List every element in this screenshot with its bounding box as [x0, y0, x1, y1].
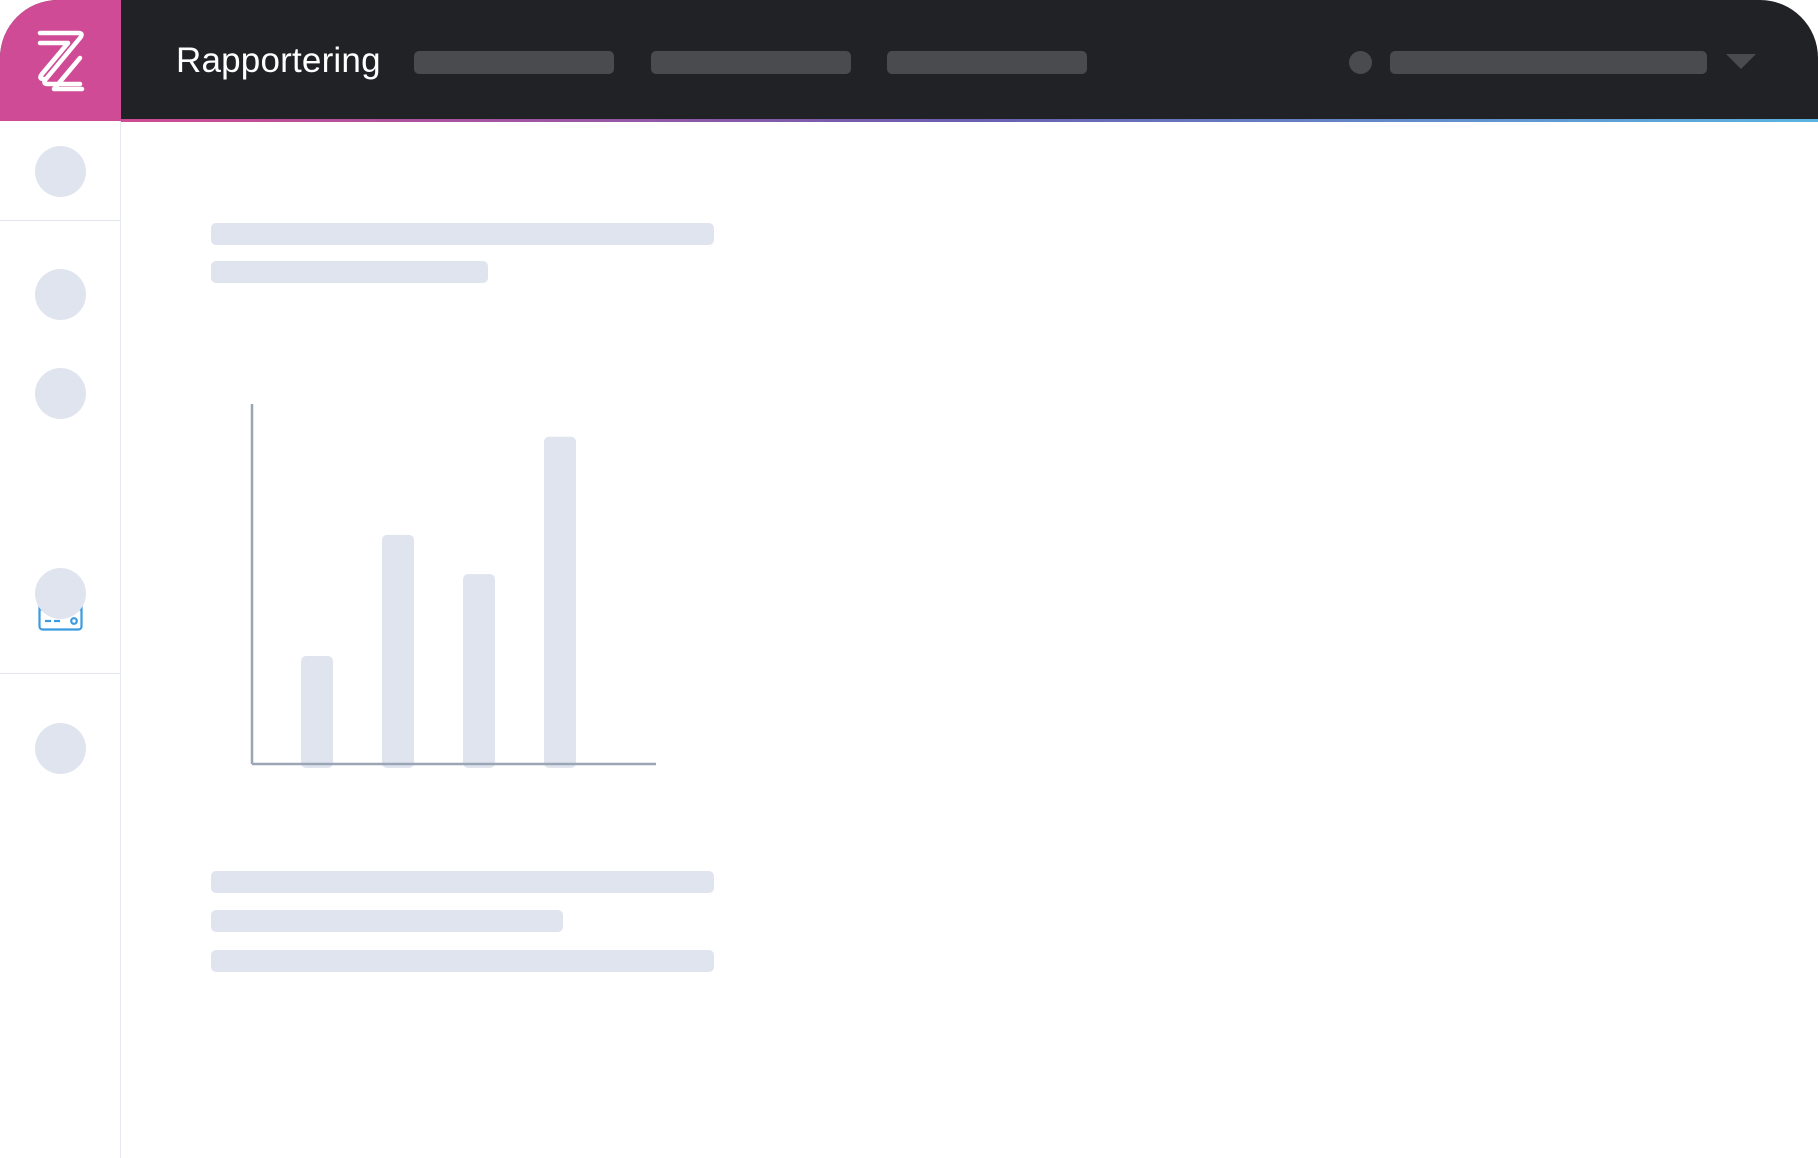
chart-bar	[463, 574, 495, 768]
topbar-accent-line	[121, 119, 1818, 122]
app-window: Rapportering	[0, 0, 1818, 1158]
text-placeholder-line	[211, 910, 563, 932]
user-avatar[interactable]	[1349, 51, 1372, 74]
sidebar-item-1-icon[interactable]	[35, 146, 86, 197]
sidebar-item-6-icon[interactable]	[35, 723, 86, 774]
chevron-down-icon[interactable]	[1726, 54, 1756, 69]
user-menu-placeholder[interactable]	[1390, 51, 1707, 74]
logo-button[interactable]	[0, 0, 121, 121]
text-placeholder-line	[211, 950, 714, 972]
top-bar: Rapportering	[0, 0, 1818, 121]
sidebar	[0, 121, 121, 1158]
sidebar-item-2-icon[interactable]	[35, 269, 86, 320]
zettle-z-logo-icon	[37, 30, 84, 91]
page-title: Rapportering	[176, 41, 381, 80]
chart-bar	[301, 656, 333, 768]
sidebar-item-3-icon[interactable]	[35, 368, 86, 419]
sidebar-item-5-icon[interactable]	[35, 568, 86, 619]
nav-item-placeholder-1[interactable]	[414, 51, 614, 74]
bar-chart	[250, 404, 656, 768]
sidebar-divider	[0, 220, 120, 221]
chart-bar	[382, 534, 414, 768]
nav-item-placeholder-2[interactable]	[651, 51, 851, 74]
sidebar-divider	[0, 673, 120, 674]
nav-item-placeholder-3[interactable]	[887, 51, 1087, 74]
text-placeholder-line	[211, 261, 488, 283]
text-placeholder-line	[211, 871, 714, 893]
chart-bar	[544, 436, 576, 768]
text-placeholder-line	[211, 223, 714, 245]
